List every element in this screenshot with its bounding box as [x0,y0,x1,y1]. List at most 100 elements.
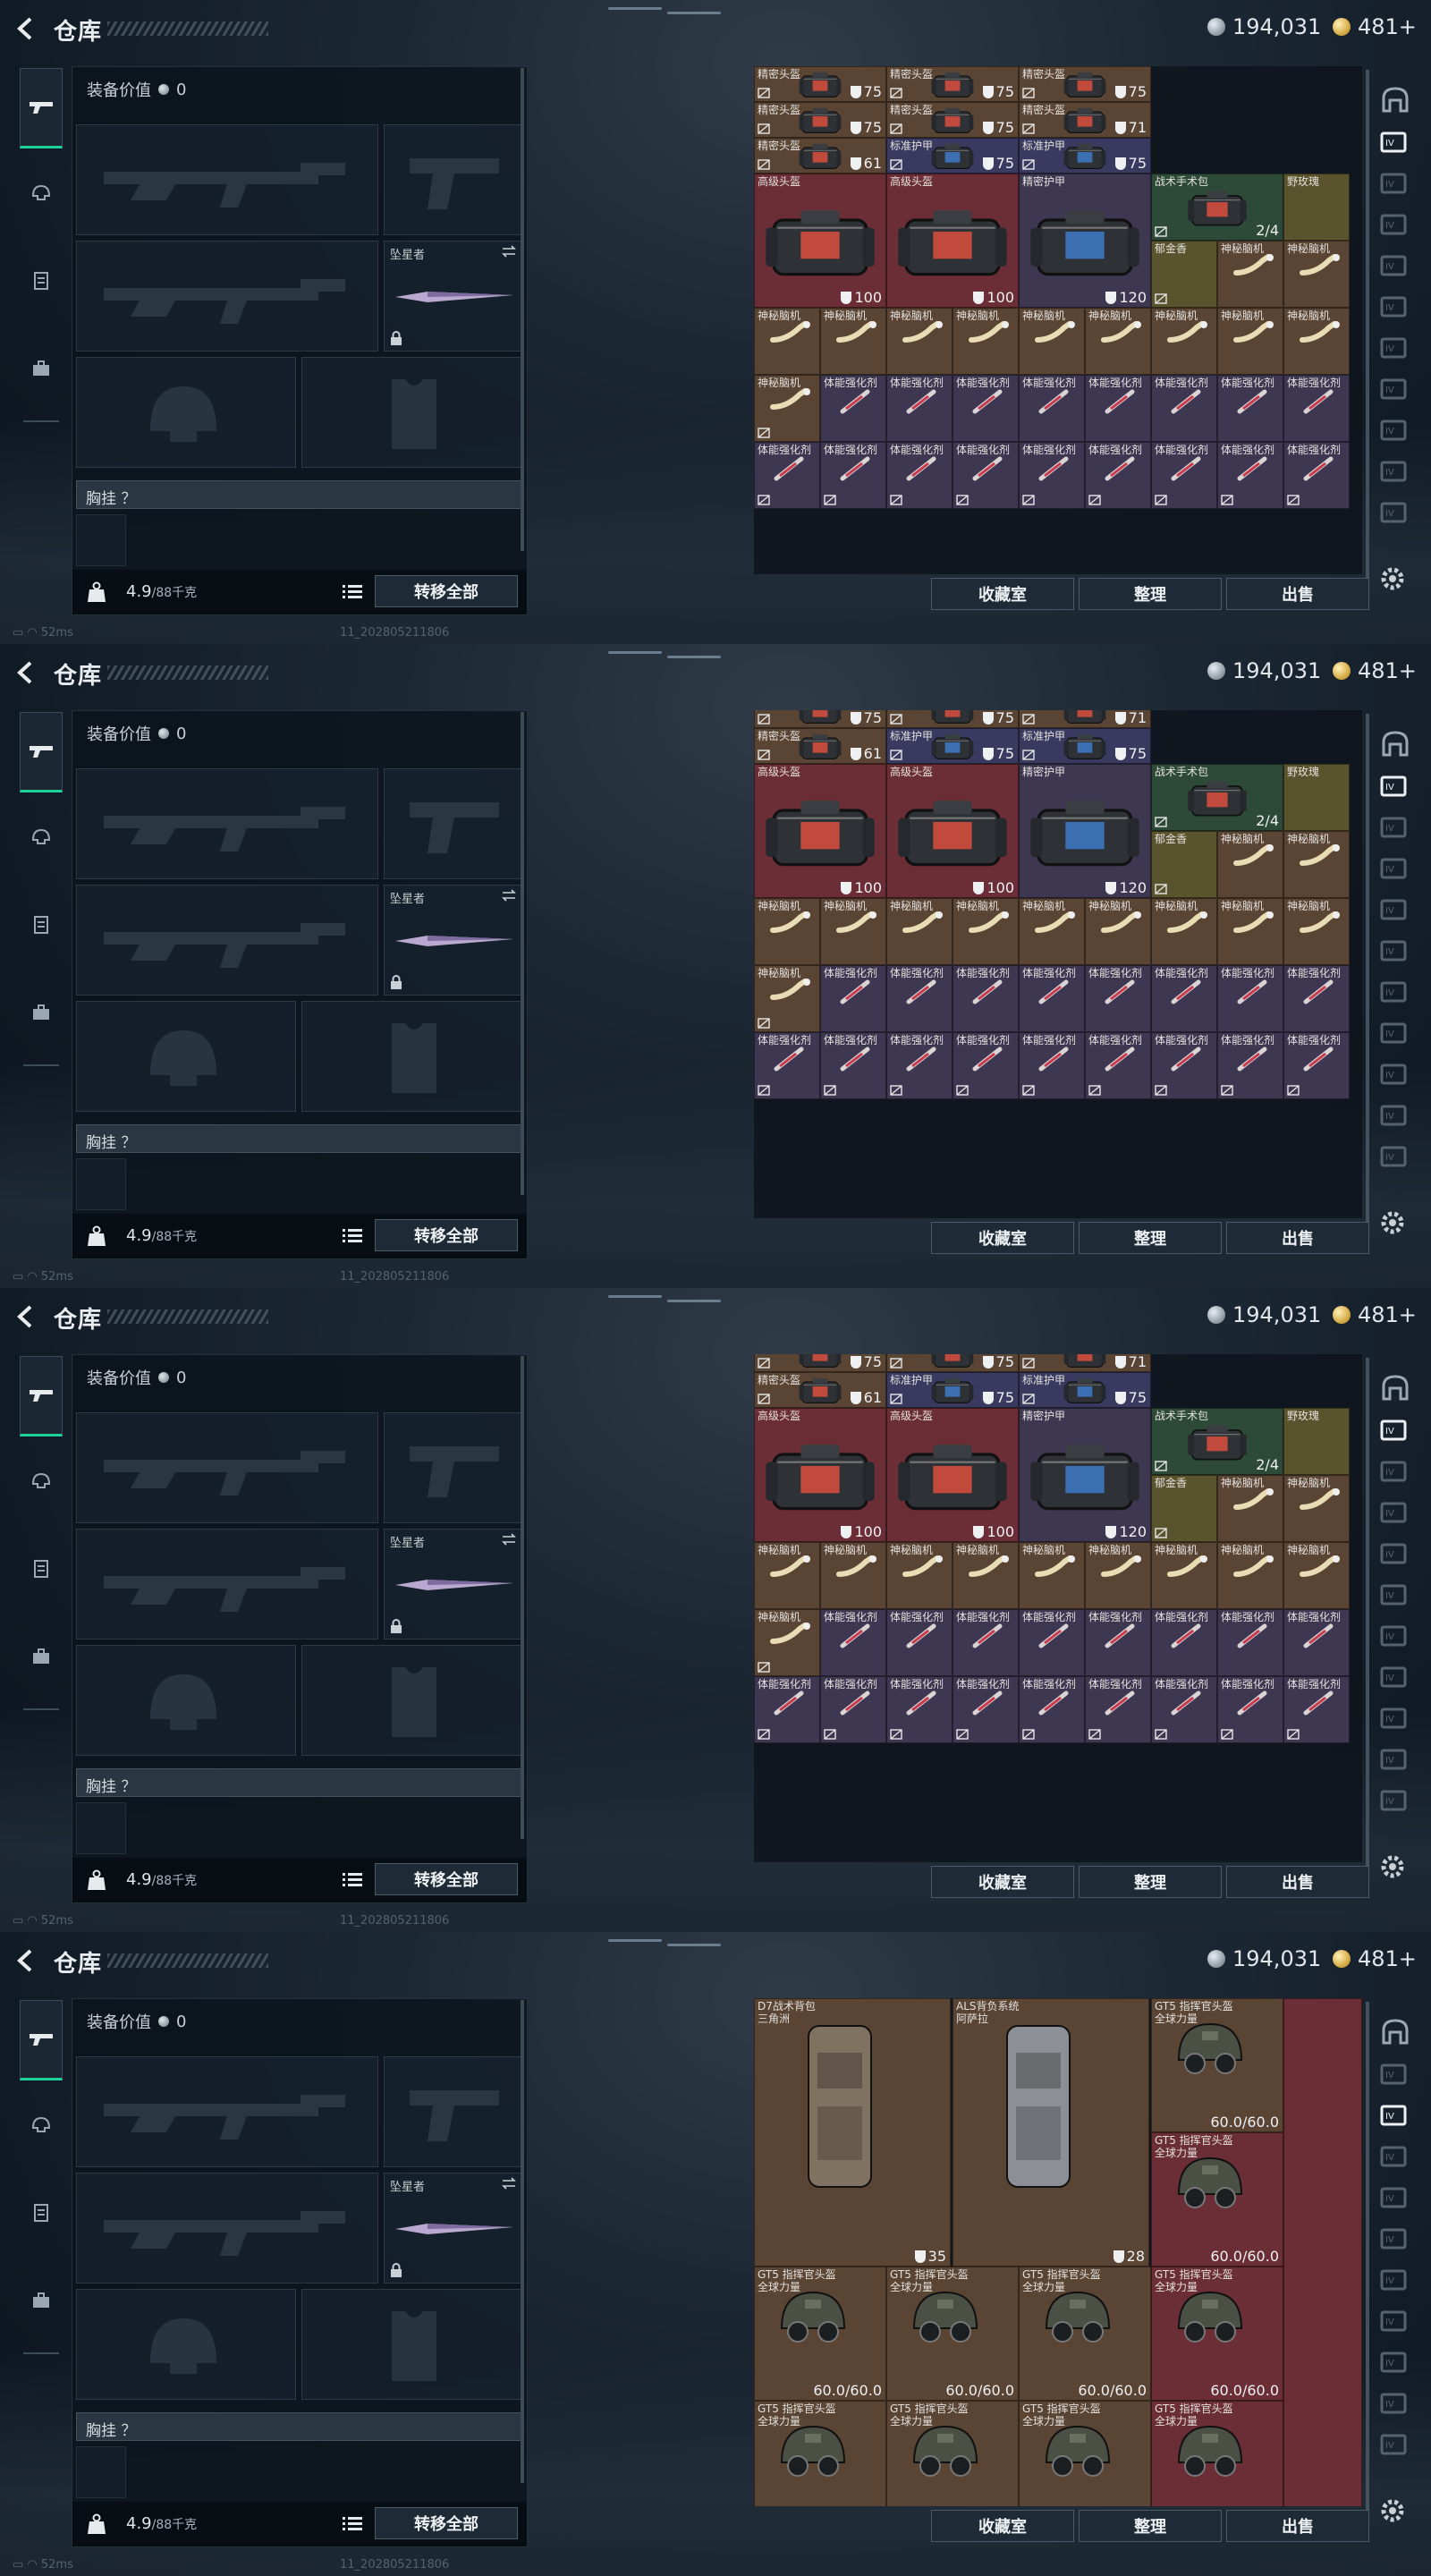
rail-tab-weapons[interactable] [20,2000,63,2080]
chest-rig-item-slot[interactable] [76,1802,126,1854]
item-cell[interactable]: 神秘脑机 [1217,831,1283,898]
item-cell[interactable]: 体能强化剂 [1085,1032,1151,1099]
item-cell[interactable]: 战术手术包 2/4 [1151,174,1283,241]
container-tab[interactable]: IV [1379,1140,1415,1175]
item-cell[interactable]: 体能强化剂 [1151,375,1217,442]
item-cell[interactable]: 神秘脑机 [1217,1542,1283,1609]
item-cell[interactable]: 体能强化剂 [1085,1609,1151,1676]
item-cell[interactable]: 体能强化剂 [1283,965,1350,1032]
warehouse-scrollbar[interactable] [1366,714,1369,1250]
armor-slot[interactable] [301,1001,523,1112]
container-tab[interactable]: IV [1379,166,1415,202]
container-tab[interactable]: IV [1379,1619,1415,1655]
item-cell[interactable]: 体能强化剂 [1085,375,1151,442]
item-cell[interactable]: 75 [886,710,1019,728]
list-icon[interactable] [343,1872,362,1888]
item-cell[interactable]: 体能强化剂 [886,375,953,442]
item-cell[interactable]: 高级头盔 100 [886,764,1019,898]
item-cell[interactable]: 精密头盔 75 [754,66,886,102]
item-cell[interactable]: 精密头盔 75 [886,102,1019,138]
equipment-scrollbar[interactable] [521,712,524,1195]
item-cell[interactable]: 体能强化剂 [1217,1609,1283,1676]
item-cell[interactable]: 体能强化剂 [1019,1609,1085,1676]
gear-icon[interactable] [1377,1852,1408,1882]
chest-rig-item-slot[interactable] [76,2446,126,2498]
item-cell[interactable]: 体能强化剂 [1085,1676,1151,1743]
item-cell[interactable]: 体能强化剂 [754,442,820,509]
item-cell[interactable]: 体能强化剂 [1019,442,1085,509]
item-cell[interactable]: 精密头盔 75 [1019,66,1151,102]
item-cell[interactable]: 精密头盔 75 [886,66,1019,102]
item-cell[interactable]: 标准护甲 75 [886,138,1019,174]
secondary-weapon-slot[interactable] [384,124,523,235]
container-tab[interactable]: IV [1379,2304,1415,2340]
item-cell[interactable]: 体能强化剂 [1283,442,1350,509]
item-cell[interactable]: 神秘脑机 [1217,1475,1283,1542]
item-cell[interactable]: 体能强化剂 [953,1609,1019,1676]
melee-slot[interactable]: 坠星者 [384,885,523,996]
warehouse-scrollbar[interactable] [1366,2002,1369,2538]
silver-balance[interactable]: 194,031 [1207,14,1321,39]
silver-balance[interactable]: 194,031 [1207,1946,1321,1971]
collection-room-button[interactable]: 收藏室 [931,2510,1074,2542]
transfer-all-button[interactable]: 转移全部 [375,2507,518,2539]
container-tab[interactable]: IV [1379,1496,1415,1531]
item-cell[interactable]: 精密护甲 120 [1019,174,1151,308]
item-cell[interactable]: 体能强化剂 [886,1609,953,1676]
rail-tab-armor[interactable] [20,903,63,946]
item-cell[interactable]: 神秘脑机 [1217,241,1283,308]
helmet-slot[interactable] [76,357,296,468]
item-cell[interactable]: 神秘脑机 [1085,1542,1151,1609]
primary-weapon-slot[interactable] [76,2056,378,2167]
item-cell[interactable]: 体能强化剂 [1151,1032,1217,1099]
item-cell[interactable]: 标准护甲 75 [886,728,1019,764]
armor-slot[interactable] [301,2289,523,2400]
item-cell[interactable]: 体能强化剂 [1283,1676,1350,1743]
gear-icon[interactable] [1377,564,1408,594]
helmet-slot[interactable] [76,1001,296,1112]
item-cell[interactable]: 神秘脑机 [1151,1542,1217,1609]
item-cell[interactable]: 体能强化剂 [820,1032,886,1099]
item-cell[interactable]: 精密头盔 71 [1019,102,1151,138]
item-cell[interactable]: 精密护甲 120 [1019,1408,1151,1542]
back-arrow-icon[interactable] [14,1948,38,1973]
secondary-weapon-slot[interactable] [384,2056,523,2167]
silver-balance[interactable]: 194,031 [1207,658,1321,683]
container-tab[interactable]: IV [1379,852,1415,887]
item-cell[interactable]: 神秘脑机 [754,375,820,442]
item-cell[interactable]: 神秘脑机 [754,965,820,1032]
rail-tab-helmets[interactable] [20,172,63,215]
item-cell[interactable]: 野玫瑰 [1283,1408,1350,1475]
item-cell[interactable]: 体能强化剂 [886,442,953,509]
back-arrow-icon[interactable] [14,1304,38,1329]
tertiary-weapon-slot[interactable] [76,885,378,996]
item-cell[interactable]: 高级头盔 100 [886,174,1019,308]
item-cell[interactable]: 体能强化剂 [1019,1032,1085,1099]
item-cell[interactable]: 体能强化剂 [1217,375,1283,442]
rail-tab-weapons[interactable] [20,68,63,148]
collection-room-button[interactable]: 收藏室 [931,1222,1074,1254]
item-cell[interactable]: 75 [754,1354,886,1372]
gold-balance[interactable]: 481+ [1333,1302,1417,1327]
container-tab[interactable]: IV [1379,2057,1415,2093]
container-tab[interactable]: IV [1379,1057,1415,1093]
melee-slot[interactable]: 坠星者 [384,1529,523,1640]
item-cell[interactable]: 体能强化剂 [1217,1676,1283,1743]
item-cell[interactable]: 神秘脑机 [754,308,820,375]
container-tab[interactable]: IV [1379,810,1415,846]
chest-rig-slot[interactable]: 胸挂 ？ [76,2412,523,2441]
sell-button[interactable]: 出售 [1226,2510,1369,2542]
item-cell[interactable]: 神秘脑机 [754,898,820,965]
rail-tab-bags[interactable] [20,1635,63,1678]
chest-rig-slot[interactable]: 胸挂 ？ [76,480,523,509]
back-arrow-icon[interactable] [14,16,38,41]
armor-slot[interactable] [301,1645,523,1756]
item-cell[interactable]: 神秘脑机 [1283,308,1350,375]
container-tab[interactable]: IV [1379,975,1415,1011]
item-cell[interactable]: 体能强化剂 [820,1609,886,1676]
chest-rig-slot[interactable]: 胸挂 ？ [76,1124,523,1153]
item-cell[interactable]: D7战术背包 三角洲 35 [754,1998,951,2267]
list-icon[interactable] [343,584,362,600]
equipment-scrollbar[interactable] [521,2000,524,2483]
item-cell[interactable]: 神秘脑机 [820,898,886,965]
